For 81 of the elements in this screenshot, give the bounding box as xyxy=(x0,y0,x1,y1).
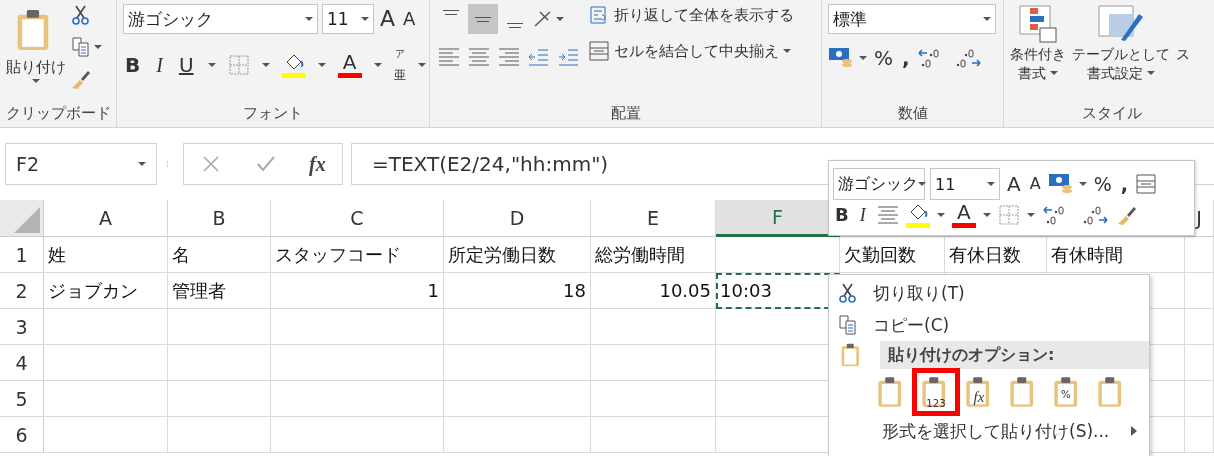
table-cell: スタッフコード xyxy=(271,237,444,273)
merge-center-button[interactable]: セルを結合して中央揃え xyxy=(588,40,791,62)
number-format-field[interactable]: 標準 xyxy=(828,4,996,34)
comma-button[interactable]: , xyxy=(900,48,912,68)
menu-item[interactable]: 形式を選択して貼り付け(S)... xyxy=(829,415,1149,447)
group-label: 数値 xyxy=(896,103,929,124)
menu-item[interactable]: コピー(C) xyxy=(829,309,1149,341)
font-size-field[interactable]: 11 xyxy=(930,168,1000,200)
name-box[interactable]: F2 xyxy=(5,143,157,185)
column-header[interactable]: A xyxy=(44,200,168,237)
italic-button[interactable]: I xyxy=(154,55,165,76)
font-color-button[interactable]: A xyxy=(337,52,362,79)
align-lines-icon xyxy=(443,10,459,15)
style-button[interactable]: ス xyxy=(1176,4,1190,101)
font-name-field[interactable]: 游ゴシック xyxy=(123,4,318,34)
align-lines-icon xyxy=(507,23,523,28)
conditional-format-icon[interactable] xyxy=(1018,4,1058,44)
column-header[interactable]: C xyxy=(271,200,444,237)
table-cell: 名 xyxy=(168,237,271,273)
wrap-text-button[interactable]: 折り返して全体を表示する xyxy=(588,4,794,26)
grow-font-button[interactable]: A xyxy=(378,8,398,30)
vertical-align-button[interactable] xyxy=(468,4,498,34)
table-cell: 管理者 xyxy=(168,273,271,309)
align-lines-icon xyxy=(475,16,491,22)
table-format-icon[interactable] xyxy=(1097,4,1145,44)
format-painter-icon[interactable] xyxy=(70,68,92,90)
table-cell xyxy=(1185,273,1214,309)
table-cell xyxy=(1185,345,1214,381)
row-header[interactable]: 6 xyxy=(0,417,44,453)
insert-function-button[interactable]: fx xyxy=(309,152,326,176)
table-cell: 総労働時間 xyxy=(591,237,716,273)
table-cell xyxy=(1185,237,1214,273)
row-header[interactable]: 4 xyxy=(0,345,44,381)
scissors-icon[interactable] xyxy=(70,4,92,26)
bold-button[interactable]: B xyxy=(123,55,143,76)
table-cell: 1 xyxy=(271,273,444,309)
italic-button[interactable]: I xyxy=(857,206,868,224)
font-size-field[interactable]: 11 xyxy=(322,4,374,34)
paste-button[interactable]: 貼り付け xyxy=(6,4,66,101)
underline-button[interactable]: U xyxy=(176,55,196,76)
phonetic-bottom: 亜 xyxy=(393,68,406,83)
merge-icon[interactable] xyxy=(1134,173,1157,195)
table-cell: 欠勤回数 xyxy=(840,237,945,273)
table-cell: 18 xyxy=(444,273,591,309)
row-header[interactable]: 2 xyxy=(0,273,44,309)
percent-button[interactable]: % xyxy=(872,48,895,68)
shrink-font-button[interactable]: A xyxy=(401,10,418,28)
copy-icon[interactable] xyxy=(70,36,92,58)
group-label: クリップボード xyxy=(6,103,110,124)
table-cell xyxy=(1185,309,1214,345)
column-header[interactable]: D xyxy=(444,200,591,237)
column-header[interactable]: E xyxy=(591,200,716,237)
table-cell: ジョブカン xyxy=(44,273,168,309)
menu-section-header: 貼り付けのオプション: xyxy=(880,341,1149,369)
font-color-button[interactable]: A xyxy=(951,202,976,228)
submenu-arrow-icon xyxy=(1131,426,1137,436)
row-header[interactable]: 3 xyxy=(0,309,44,345)
row-header[interactable]: 5 xyxy=(0,381,44,417)
column-header[interactable]: B xyxy=(168,200,271,237)
style-button[interactable]: 条件付き 書式 xyxy=(1010,4,1066,101)
table-cell: 有休日数 xyxy=(945,237,1047,273)
group-label: スタイル xyxy=(1081,103,1143,124)
table-cell xyxy=(1185,381,1214,417)
table-cell xyxy=(1185,417,1214,453)
table-cell: 姓 xyxy=(44,237,168,273)
currency-icon[interactable] xyxy=(828,46,854,70)
table-cell: 有休時間 xyxy=(1047,237,1185,273)
group-label: 配置 xyxy=(609,103,642,124)
copy-icon[interactable] xyxy=(837,314,859,336)
style-button[interactable]: テーブルとして 書式設定 xyxy=(1072,4,1170,101)
currency-icon[interactable] xyxy=(1047,172,1074,196)
table-cell: 所定労働日数 xyxy=(444,237,591,273)
fill-color-icon[interactable] xyxy=(905,202,930,228)
font-name-field[interactable]: 游ゴシック xyxy=(833,168,925,200)
scissors-icon[interactable] xyxy=(837,282,859,304)
table-cell: 10.05 xyxy=(591,273,716,309)
group-label: フォント xyxy=(242,103,304,124)
phonetic-top: ア xyxy=(394,48,405,60)
row-header[interactable]: 1 xyxy=(0,237,44,273)
fill-color-icon[interactable] xyxy=(281,52,306,79)
merge-icon[interactable] xyxy=(588,40,610,62)
